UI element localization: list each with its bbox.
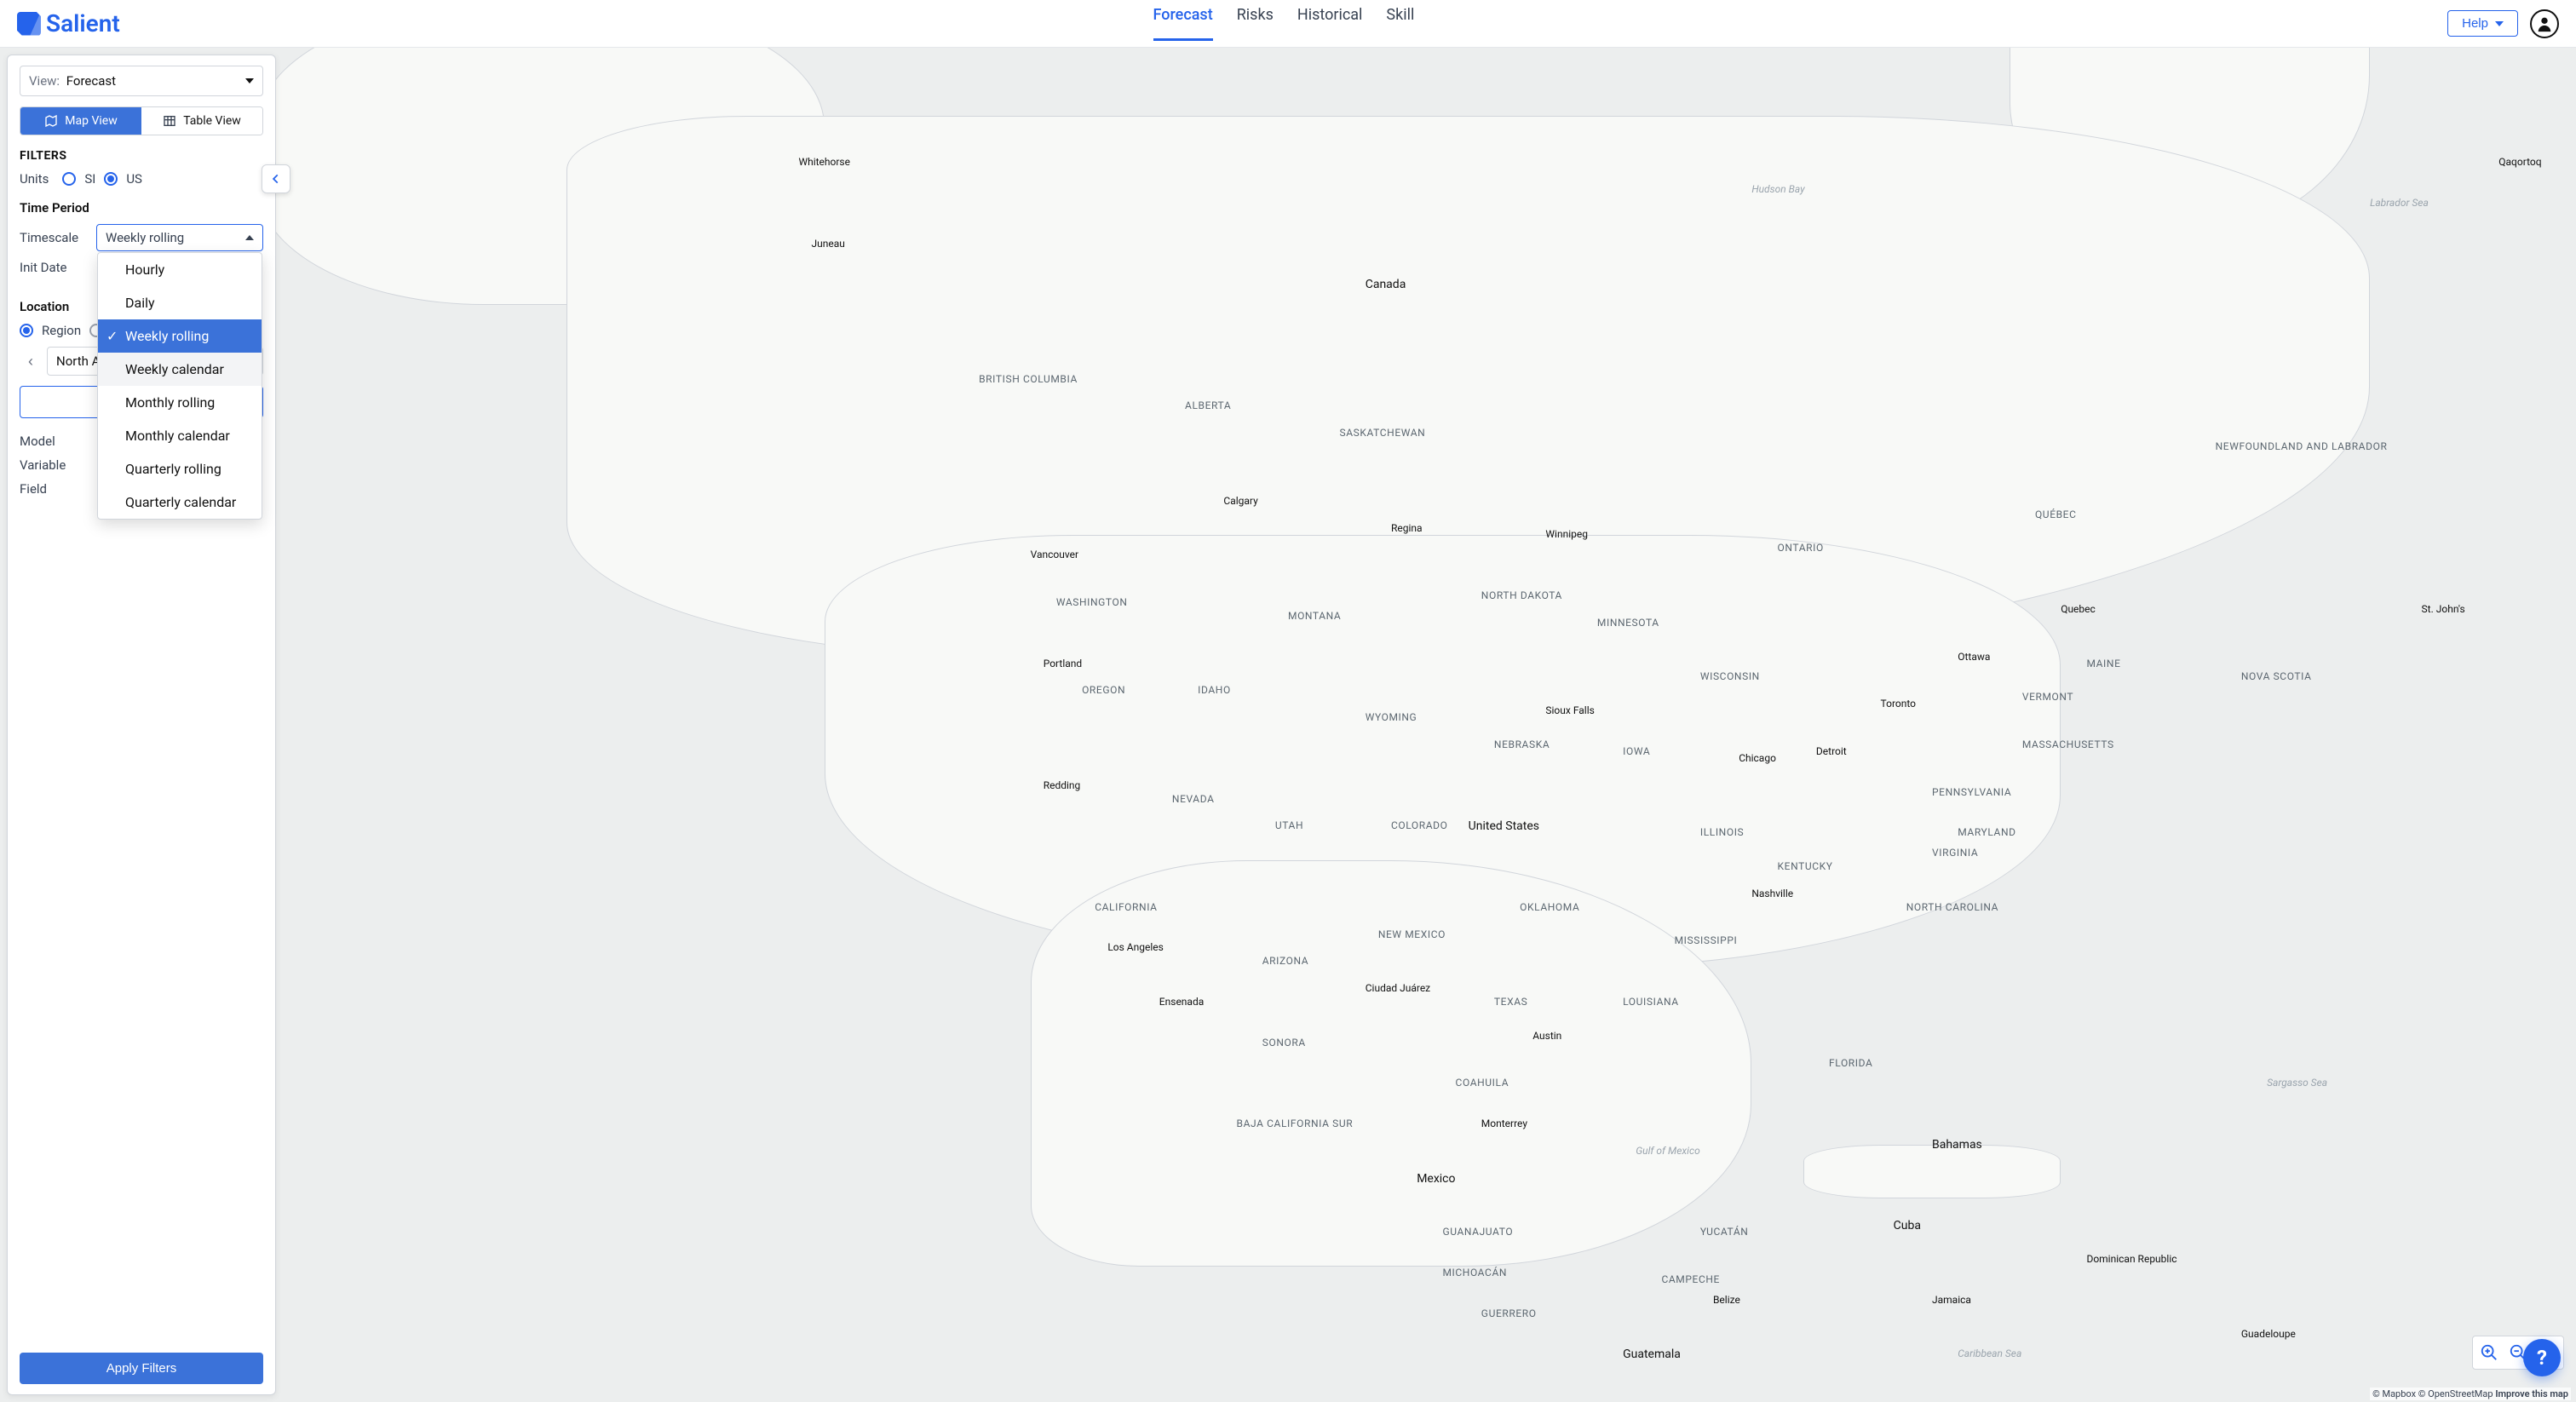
apply-filters-button[interactable]: Apply Filters (20, 1353, 263, 1384)
map-label: Belize (1713, 1294, 1740, 1306)
nav-forecast[interactable]: Forecast (1153, 6, 1213, 41)
map-label: Caribbean Sea (1958, 1347, 2021, 1359)
units-option-us: US (126, 171, 142, 187)
timescale-option-quarterly-rolling[interactable]: Quarterly rolling (98, 452, 262, 486)
view-value: Forecast (66, 73, 116, 89)
map-icon (44, 114, 58, 128)
units-label: Units (20, 171, 49, 187)
zoom-in-icon (2480, 1343, 2498, 1362)
zoom-in-button[interactable] (2476, 1340, 2502, 1365)
map-label: NOVA SCOTIA (2241, 670, 2312, 682)
attribution-improve[interactable]: Improve this map (2495, 1388, 2568, 1399)
timescale-value: Weekly rolling (106, 230, 184, 245)
landmass-shape (1803, 1145, 2061, 1199)
map-label: Quebec (2061, 603, 2096, 615)
chevron-down-icon (245, 78, 254, 83)
chevron-left-icon (270, 173, 282, 185)
units-radio-us[interactable] (104, 172, 118, 186)
view-prefix: View: (29, 73, 60, 89)
map-attribution: © Mapbox © OpenStreetMap Improve this ma… (2370, 1388, 2571, 1400)
map-view-label: Map View (65, 114, 117, 128)
help-fab-button[interactable]: ? (2523, 1339, 2561, 1376)
help-label: Help (2462, 16, 2488, 31)
chevron-up-icon (245, 235, 254, 240)
map-label: GUERRERO (1481, 1307, 1537, 1319)
field-label: Field (20, 481, 88, 497)
location-option-region: Region (42, 323, 81, 338)
units-option-si: SI (84, 171, 95, 187)
panel-footer: Apply Filters (8, 1342, 275, 1394)
nav-historical[interactable]: Historical (1297, 6, 1363, 41)
timescale-option-monthly-calendar[interactable]: Monthly calendar (98, 419, 262, 452)
map-label: Labrador Sea (2370, 197, 2429, 209)
timescale-option-quarterly-calendar[interactable]: Quarterly calendar (98, 486, 262, 519)
brand-name: Salient (46, 9, 120, 37)
map-label: Cuba (1894, 1219, 1921, 1232)
brand: Salient (17, 9, 120, 37)
main-area: BRITISH COLUMBIAALBERTASASKATCHEWANONTAR… (0, 48, 2576, 1402)
map-label: YUCATÁN (1700, 1226, 1749, 1238)
landmass-shape (1031, 860, 1752, 1267)
timescale-select[interactable]: Weekly rolling Hourly Daily Weekly rolli… (96, 224, 263, 251)
timescale-option-daily[interactable]: Daily (98, 286, 262, 319)
user-icon (2535, 14, 2554, 33)
time-period-heading: Time Period (20, 200, 263, 215)
map-label: Guadeloupe (2241, 1328, 2296, 1340)
table-view-button[interactable]: Table View (141, 107, 262, 135)
map-label: Qaqortoq (2498, 156, 2541, 168)
map-label: MAINE (2086, 658, 2120, 669)
map-canvas[interactable]: BRITISH COLUMBIAALBERTASASKATCHEWANONTAR… (0, 48, 2576, 1402)
map-label: FLORIDA (1829, 1057, 1872, 1069)
timescale-option-weekly-rolling[interactable]: Weekly rolling (98, 319, 262, 353)
filter-panel: View: Forecast Map View Table View FILTE… (7, 55, 276, 1395)
timescale-option-weekly-calendar[interactable]: Weekly calendar (98, 353, 262, 386)
main-nav: Forecast Risks Historical Skill (1153, 6, 1415, 41)
timescale-dropdown: Hourly Daily Weekly rolling Weekly calen… (97, 252, 262, 520)
filters-heading: FILTERS (20, 149, 263, 163)
map-label: MICHOACÁN (1442, 1267, 1507, 1278)
map-label: St. John's (2422, 603, 2465, 615)
user-avatar-button[interactable] (2530, 9, 2559, 38)
help-button[interactable]: Help (2447, 10, 2518, 37)
salient-logo-icon (17, 12, 41, 36)
map-label: CAMPECHE (1661, 1273, 1720, 1285)
timescale-option-hourly[interactable]: Hourly (98, 253, 262, 286)
map-label: Guatemala (1623, 1347, 1681, 1361)
region-prev-button[interactable]: ‹ (20, 347, 42, 376)
apply-label: Apply Filters (106, 1361, 177, 1376)
view-mode-toggle: Map View Table View (20, 106, 263, 135)
units-row: Units SI US (20, 171, 263, 187)
header-right: Help (2447, 9, 2559, 38)
nav-risks[interactable]: Risks (1237, 6, 1274, 41)
init-date-label: Init Date (20, 260, 88, 275)
table-icon (163, 114, 176, 128)
map-label: Dominican Republic (2086, 1253, 2176, 1265)
timescale-label: Timescale (20, 230, 88, 245)
panel-body: View: Forecast Map View Table View FILTE… (8, 55, 275, 1342)
units-radio-si[interactable] (62, 172, 76, 186)
chevron-down-icon (2495, 21, 2504, 26)
attribution-osm[interactable]: © OpenStreetMap (2418, 1388, 2493, 1399)
map-label: Jamaica (1932, 1294, 1971, 1306)
attribution-mapbox[interactable]: © Mapbox (2372, 1388, 2416, 1399)
view-select[interactable]: View: Forecast (20, 66, 263, 96)
nav-skill[interactable]: Skill (1386, 6, 1414, 41)
map-label: Sargasso Sea (2267, 1077, 2327, 1089)
timescale-row: Timescale Weekly rolling Hourly Daily We… (20, 224, 263, 251)
variable-label: Variable (20, 457, 88, 473)
map-view-button[interactable]: Map View (20, 107, 141, 135)
table-view-label: Table View (183, 114, 241, 128)
collapse-panel-button[interactable] (262, 164, 290, 193)
model-label: Model (20, 434, 88, 449)
location-radio-region[interactable] (20, 324, 33, 337)
timescale-option-monthly-rolling[interactable]: Monthly rolling (98, 386, 262, 419)
app-header: Salient Forecast Risks Historical Skill … (0, 0, 2576, 48)
